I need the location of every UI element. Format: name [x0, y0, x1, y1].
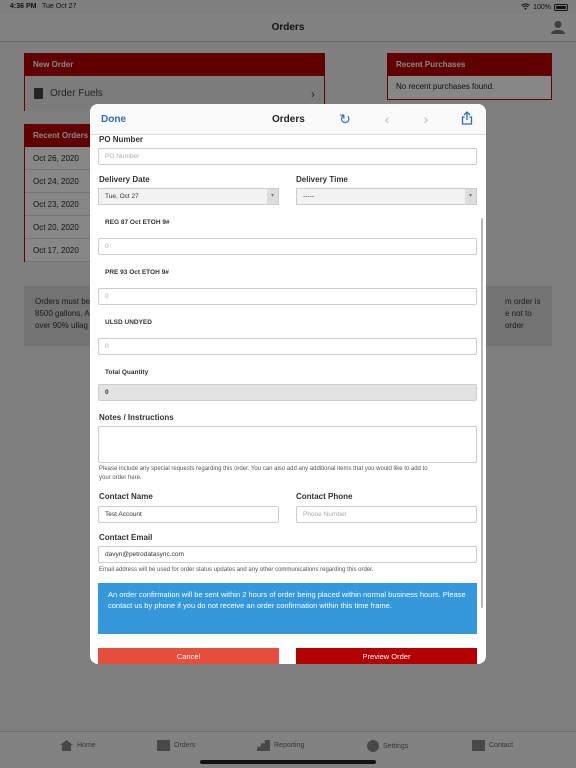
total-quantity-value: 0: [98, 384, 477, 401]
delivery-date-value: Tue, Oct 27: [105, 193, 139, 200]
product-quantity-input[interactable]: 0: [98, 338, 477, 355]
chevron-down-icon: ▾: [465, 189, 476, 204]
cancel-button[interactable]: Cancel: [98, 648, 279, 664]
product-quantity-input[interactable]: 0: [98, 238, 477, 255]
back-arrow-icon[interactable]: ‹: [379, 111, 395, 127]
product-label: PRE 93 Oct ETOH 9#: [105, 269, 169, 276]
delivery-date-label: Delivery Date: [99, 175, 150, 184]
contact-phone-label: Contact Phone: [296, 492, 353, 501]
preview-order-button[interactable]: Preview Order: [296, 648, 477, 664]
chevron-down-icon: ▾: [267, 189, 278, 204]
contact-name-label: Contact Name: [99, 492, 153, 501]
forward-arrow-icon[interactable]: ›: [418, 111, 434, 127]
product-label: REG 87 Oct ETOH 9#: [105, 219, 170, 226]
po-number-input[interactable]: PO Number: [98, 148, 477, 165]
product-quantity-input[interactable]: 0: [98, 288, 477, 305]
notes-help-line: Please include any special requests rega…: [99, 466, 428, 472]
delivery-date-select[interactable]: Tue, Oct 27 ▾: [98, 188, 279, 205]
order-form: PO Number PO Number Delivery Date Tue, O…: [90, 135, 486, 664]
home-indicator: [200, 760, 376, 764]
scrollbar[interactable]: [481, 218, 483, 608]
order-modal: Done Orders ↻ ‹ › PO Number PO Number De…: [90, 104, 486, 664]
contact-name-input[interactable]: Test Account: [98, 506, 279, 523]
confirmation-info-box: An order confirmation will be sent withi…: [98, 583, 477, 634]
contact-email-input[interactable]: davyn@petrodatasync.com: [98, 546, 477, 563]
delivery-time-value: -----: [303, 193, 314, 200]
share-icon[interactable]: [459, 111, 475, 127]
total-quantity-label: Total Quantity: [105, 369, 149, 376]
contact-phone-input[interactable]: Phone Number: [296, 506, 477, 523]
po-number-label: PO Number: [99, 135, 144, 144]
modal-toolbar: Done Orders ↻ ‹ ›: [90, 104, 486, 135]
notes-help-line: your order here.: [99, 475, 142, 481]
email-help: Email address will be used for order sta…: [99, 567, 374, 573]
done-button[interactable]: Done: [101, 114, 126, 125]
notes-textarea[interactable]: [98, 426, 477, 463]
refresh-icon[interactable]: ↻: [337, 111, 353, 127]
contact-email-label: Contact Email: [99, 533, 153, 542]
product-label: ULSD UNDYED: [105, 319, 152, 326]
delivery-time-select[interactable]: ----- ▾: [296, 188, 477, 205]
modal-title: Orders: [272, 114, 305, 125]
notes-label: Notes / Instructions: [99, 413, 174, 422]
notes-help: Please include any special requests rega…: [99, 465, 479, 483]
delivery-time-label: Delivery Time: [296, 175, 348, 184]
